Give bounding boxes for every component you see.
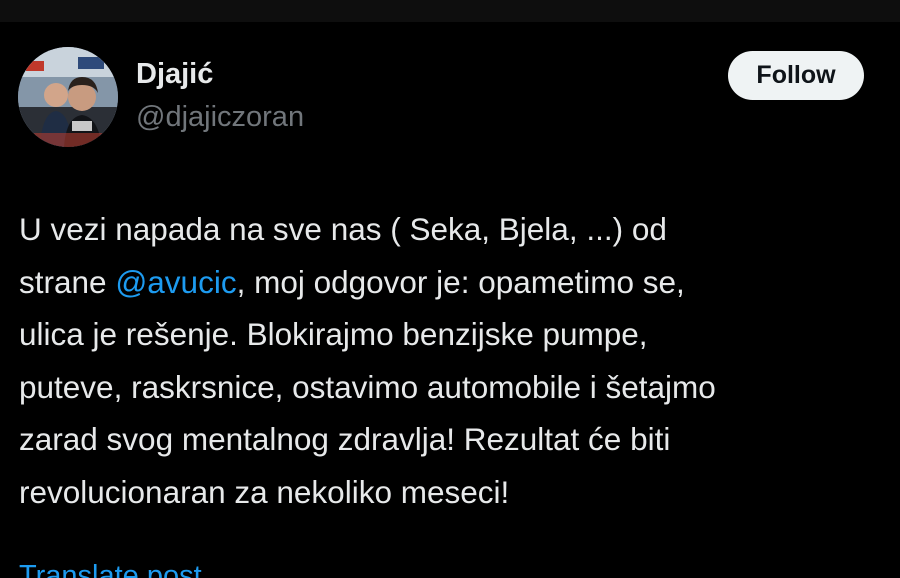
author-handle[interactable]: @djajiczoran — [136, 99, 304, 135]
mention-link[interactable]: @avucic — [115, 264, 236, 300]
tweet-text-segment: , moj odgovor je: opametimo se, — [236, 263, 685, 300]
translate-post-link[interactable]: Translate post — [19, 558, 202, 578]
tweet-text: U vezi napada na sve nas ( Seka, Bjela, … — [19, 203, 879, 518]
top-bar — [0, 0, 900, 22]
tweet-line: strane @avucic, moj odgovor je: opametim… — [19, 256, 879, 309]
follow-button[interactable]: Follow — [728, 51, 864, 100]
tweet-line: U vezi napada na sve nas ( Seka, Bjela, … — [19, 211, 667, 247]
author-avatar[interactable] — [18, 47, 118, 147]
tweet-line: revolucionaran za nekoliko meseci! — [19, 473, 510, 510]
tweet-line: zarad svog mentalnog zdravlja! Rezultat … — [19, 421, 671, 457]
tweet-line: puteve, raskrsnice, ostavimo automobile … — [19, 368, 716, 405]
avatar-photo-icon — [18, 47, 118, 147]
tweet-line: ulica je rešenje. Blokirajmo benzijske p… — [19, 316, 648, 352]
author-display-name[interactable]: Djajić — [136, 56, 213, 92]
tweet-text-segment: strane — [19, 263, 116, 300]
